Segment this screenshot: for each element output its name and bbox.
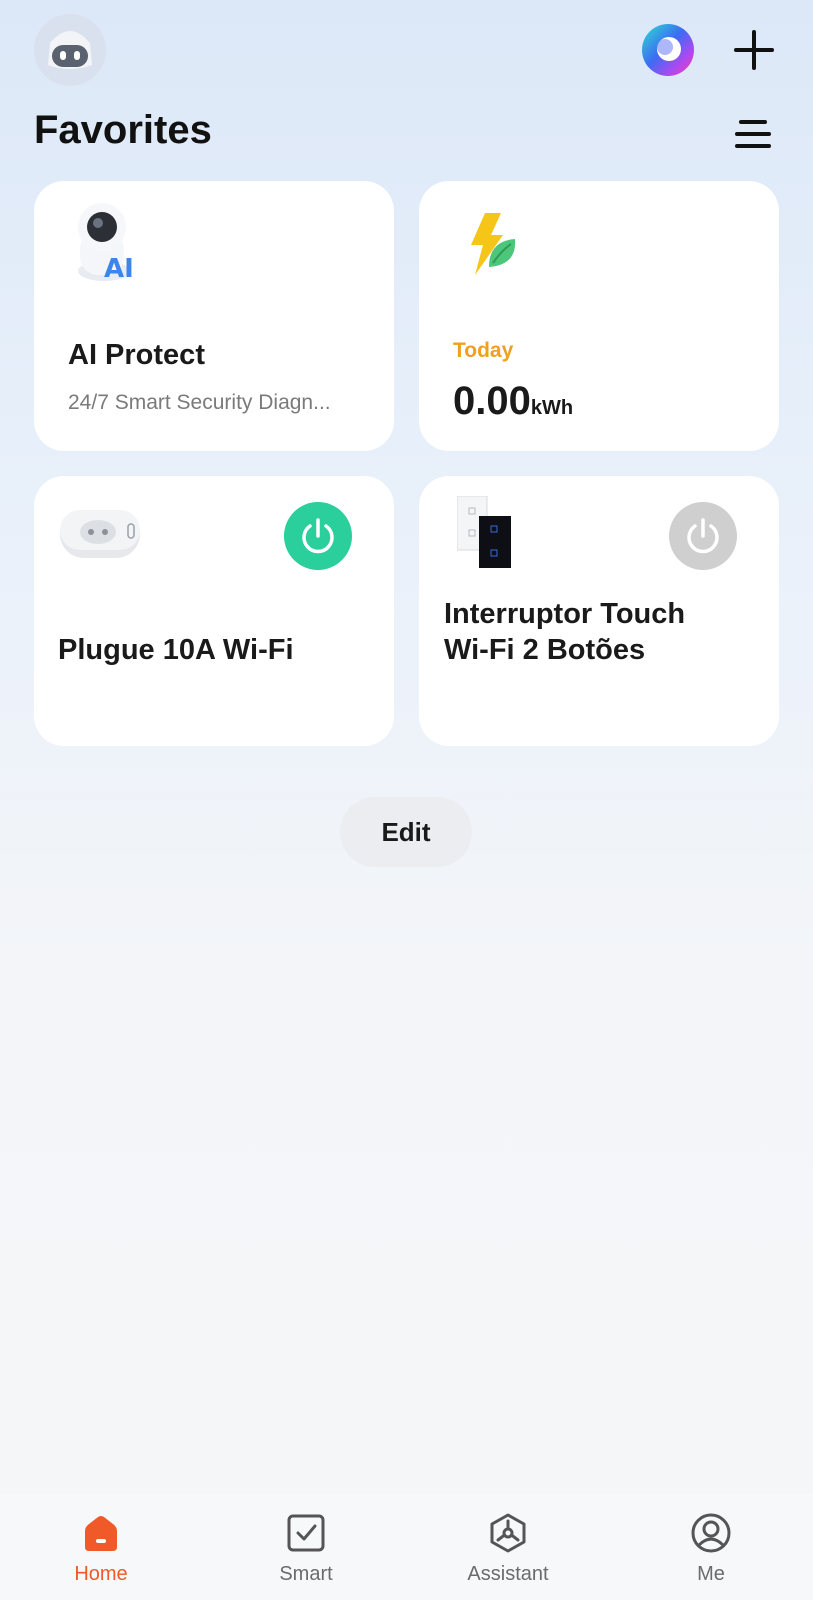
list-menu-button[interactable] <box>733 114 773 154</box>
tab-home[interactable]: Home <box>21 1493 181 1600</box>
energy-number: 0.00 <box>453 379 531 423</box>
power-icon <box>687 518 719 554</box>
plug-title: Plugue 10A Wi-Fi <box>58 634 294 666</box>
add-device-button[interactable] <box>730 26 778 74</box>
page-title: Favorites <box>34 108 212 152</box>
assistant-icon <box>490 1513 526 1553</box>
svg-text:AI: AI <box>104 254 134 283</box>
ai-protect-subtitle: 24/7 Smart Security Diagn... <box>68 391 331 414</box>
home-icon <box>85 1516 117 1551</box>
energy-card[interactable]: Today 0.00kWh <box>419 181 779 451</box>
energy-bolt-leaf-icon <box>463 211 519 277</box>
tab-smart[interactable]: Smart <box>226 1493 386 1600</box>
ai-protect-title: AI Protect <box>68 339 205 371</box>
tab-home-label: Home <box>74 1563 128 1585</box>
tab-me[interactable]: Me <box>631 1493 791 1600</box>
today-label: Today <box>453 339 514 362</box>
plug-device-card[interactable]: Plugue 10A Wi-Fi <box>34 476 394 746</box>
bottom-tab-bar: Home Smart Assistant Me <box>0 1493 813 1600</box>
plug-power-button[interactable] <box>284 502 352 570</box>
list-menu-icon <box>735 120 771 148</box>
user-icon <box>691 1513 731 1553</box>
switch-title-line1: Interruptor Touch <box>444 598 686 630</box>
switch-power-button[interactable] <box>669 502 737 570</box>
ai-protect-card[interactable]: AI AI Protect 24/7 Smart Security Diagn.… <box>34 181 394 451</box>
touch-switch-icon <box>456 495 511 568</box>
ai-orb-icon[interactable] <box>640 22 696 78</box>
plus-icon <box>734 30 774 70</box>
tab-me-label: Me <box>697 1563 725 1585</box>
tab-smart-label: Smart <box>279 1563 333 1585</box>
energy-unit: kWh <box>530 397 574 419</box>
checkbox-icon <box>287 1514 325 1552</box>
ai-camera-icon: AI <box>74 201 138 284</box>
tab-assistant[interactable]: Assistant <box>428 1493 588 1600</box>
top-bar <box>0 0 813 100</box>
tab-assistant-label: Assistant <box>467 1563 549 1585</box>
power-icon <box>302 518 334 554</box>
smart-plug-icon <box>58 506 144 562</box>
energy-value: 0.00kWh <box>453 379 573 424</box>
robot-avatar-icon[interactable] <box>34 14 106 86</box>
switch-title: Interruptor Touch Wi-Fi 2 Botões <box>444 596 685 668</box>
edit-button[interactable]: Edit <box>340 797 472 867</box>
switch-title-line2: Wi-Fi 2 Botões <box>444 634 646 666</box>
switch-device-card[interactable]: Interruptor Touch Wi-Fi 2 Botões <box>419 476 779 746</box>
